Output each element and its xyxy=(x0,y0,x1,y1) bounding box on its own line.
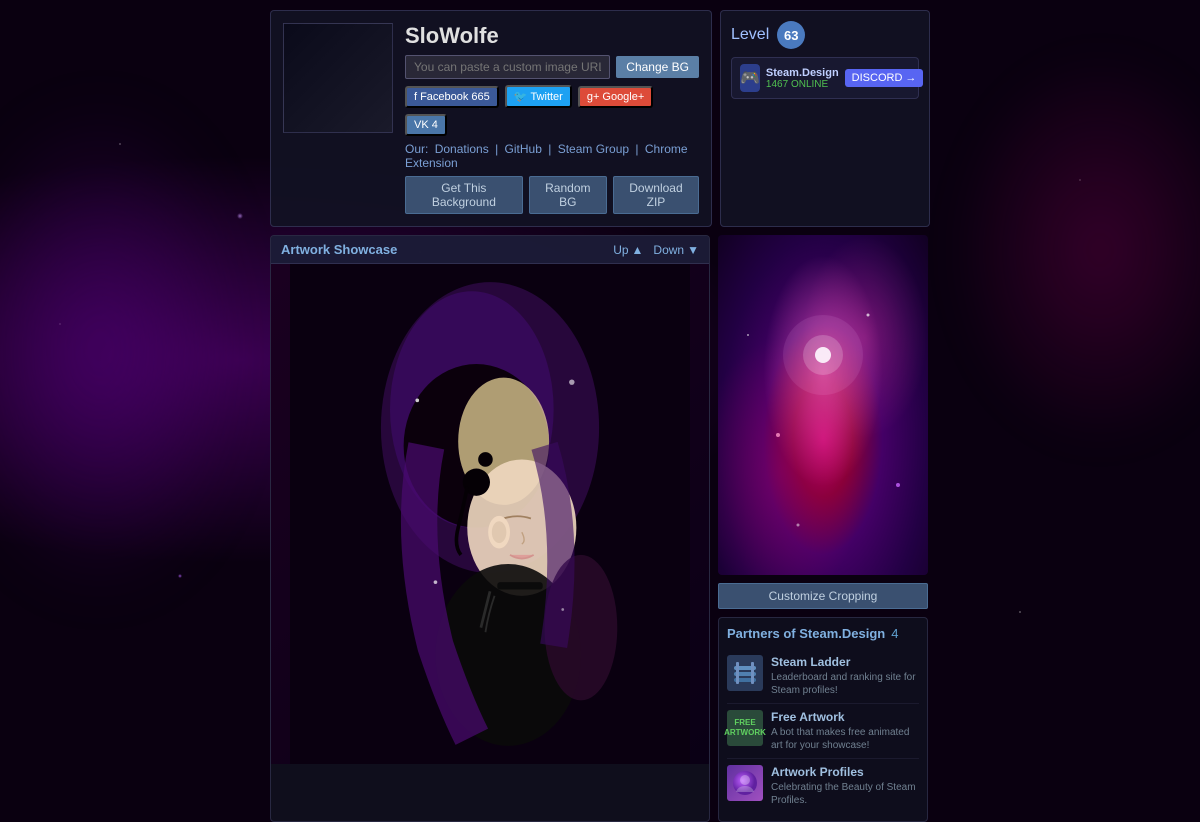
google-label: Google+ xyxy=(602,91,644,103)
discord-join-button[interactable]: DISCORD → xyxy=(845,69,924,87)
down-arrow-icon: ▼ xyxy=(687,243,699,257)
steam-group-link[interactable]: Steam Group xyxy=(558,142,629,156)
twitter-button[interactable]: 🐦 Twitter xyxy=(505,85,572,108)
partners-header: Partners of Steam.Design 4 xyxy=(727,626,919,641)
top-bar: SloWolfe Change BG f Facebook 665 xyxy=(270,10,930,227)
steam-ladder-info: Steam Ladder Leaderboard and ranking sit… xyxy=(771,655,919,697)
free-artwork-icon: FREEARTWORK xyxy=(727,710,763,746)
level-row: Level 63 xyxy=(731,21,919,49)
steam-ladder-icon xyxy=(727,655,763,691)
up-label: Up xyxy=(613,243,628,257)
level-number: 63 xyxy=(777,21,805,49)
change-bg-button[interactable]: Change BG xyxy=(616,56,699,78)
discord-label: DISCORD xyxy=(852,72,903,84)
discord-logo: 🎮 xyxy=(740,64,760,92)
down-label: Down xyxy=(653,243,684,257)
url-row: Change BG xyxy=(405,55,699,79)
google-icon: g+ xyxy=(587,91,600,103)
twitter-icon: 🐦 xyxy=(514,90,528,103)
page-layout: SloWolfe Change BG f Facebook 665 xyxy=(0,0,1200,822)
partner-item[interactable]: Artwork Profiles Celebrating the Beauty … xyxy=(727,759,919,813)
vk-count: 4 xyxy=(432,119,438,131)
download-zip-button[interactable]: Download ZIP xyxy=(613,176,699,214)
partner-item[interactable]: Steam Ladder Leaderboard and ranking sit… xyxy=(727,649,919,704)
avatar xyxy=(283,23,393,133)
steam-ladder-name: Steam Ladder xyxy=(771,655,919,669)
discord-server-name: Steam.Design xyxy=(766,67,839,79)
free-artwork-name: Free Artwork xyxy=(771,710,919,724)
partner-item[interactable]: FREEARTWORK Free Artwork A bot that make… xyxy=(727,704,919,759)
discord-text: Steam.Design 1467 ONLINE xyxy=(766,67,839,90)
content-row: Artwork Showcase Up ▲ Down ▼ xyxy=(270,235,930,822)
vk-icon: VK xyxy=(414,119,429,131)
artwork-showcase: Artwork Showcase Up ▲ Down ▼ xyxy=(270,235,710,822)
donations-link[interactable]: Donations xyxy=(435,142,489,156)
social-row: f Facebook 665 🐦 Twitter g+ Google+ xyxy=(405,85,699,136)
discord-status: 1467 ONLINE xyxy=(766,79,839,90)
steam-ladder-desc: Leaderboard and ranking site for Steam p… xyxy=(771,671,919,697)
artwork-profiles-desc: Celebrating the Beauty of Steam Profiles… xyxy=(771,781,919,807)
facebook-button[interactable]: f Facebook 665 xyxy=(405,86,499,108)
url-input[interactable] xyxy=(405,55,610,79)
showcase-image xyxy=(271,264,709,764)
twitter-label: Twitter xyxy=(530,91,562,103)
artwork-profiles-name: Artwork Profiles xyxy=(771,765,919,779)
showcase-nav: Up ▲ Down ▼ xyxy=(613,243,699,257)
showcase-title: Artwork Showcase xyxy=(281,242,397,257)
profile-box: SloWolfe Change BG f Facebook 665 xyxy=(270,10,712,227)
artwork-profiles-icon xyxy=(727,765,763,801)
artwork-profiles-info: Artwork Profiles Celebrating the Beauty … xyxy=(771,765,919,807)
discord-widget: 🎮 Steam.Design 1467 ONLINE DISCORD → xyxy=(731,57,919,99)
customize-cropping-button[interactable]: Customize Cropping xyxy=(718,583,928,609)
level-discord-box: Level 63 🎮 Steam.Design 1467 ONLINE DISC… xyxy=(720,10,930,227)
profile-info: SloWolfe Change BG f Facebook 665 xyxy=(405,23,699,214)
right-sidebar: Customize Cropping Partners of Steam.Des… xyxy=(718,235,928,822)
action-row: Get This Background Random BG Download Z… xyxy=(405,176,699,214)
random-bg-button[interactable]: Random BG xyxy=(529,176,607,214)
facebook-icon: f xyxy=(414,91,417,103)
discord-arrow-icon: → xyxy=(905,72,916,84)
partners-count: 4 xyxy=(891,626,898,641)
showcase-header: Artwork Showcase Up ▲ Down ▼ xyxy=(271,236,709,264)
github-link[interactable]: GitHub xyxy=(505,142,542,156)
center-column: SloWolfe Change BG f Facebook 665 xyxy=(270,10,930,822)
partners-title: Partners of Steam.Design xyxy=(727,626,885,641)
get-bg-button[interactable]: Get This Background xyxy=(405,176,523,214)
showcase-up-button[interactable]: Up ▲ xyxy=(613,243,643,257)
vk-button[interactable]: VK 4 xyxy=(405,114,447,136)
bg-preview xyxy=(718,235,928,575)
facebook-label: Facebook xyxy=(420,91,468,103)
facebook-count: 665 xyxy=(471,91,489,103)
showcase-down-button[interactable]: Down ▼ xyxy=(653,243,699,257)
up-arrow-icon: ▲ xyxy=(632,243,644,257)
free-artwork-desc: A bot that makes free animated art for y… xyxy=(771,726,919,752)
free-artwork-info: Free Artwork A bot that makes free anima… xyxy=(771,710,919,752)
username: SloWolfe xyxy=(405,23,699,49)
links-row: Our: Donations | GitHub | Steam Group | … xyxy=(405,142,699,170)
level-label: Level xyxy=(731,26,769,44)
google-button[interactable]: g+ Google+ xyxy=(578,86,653,108)
